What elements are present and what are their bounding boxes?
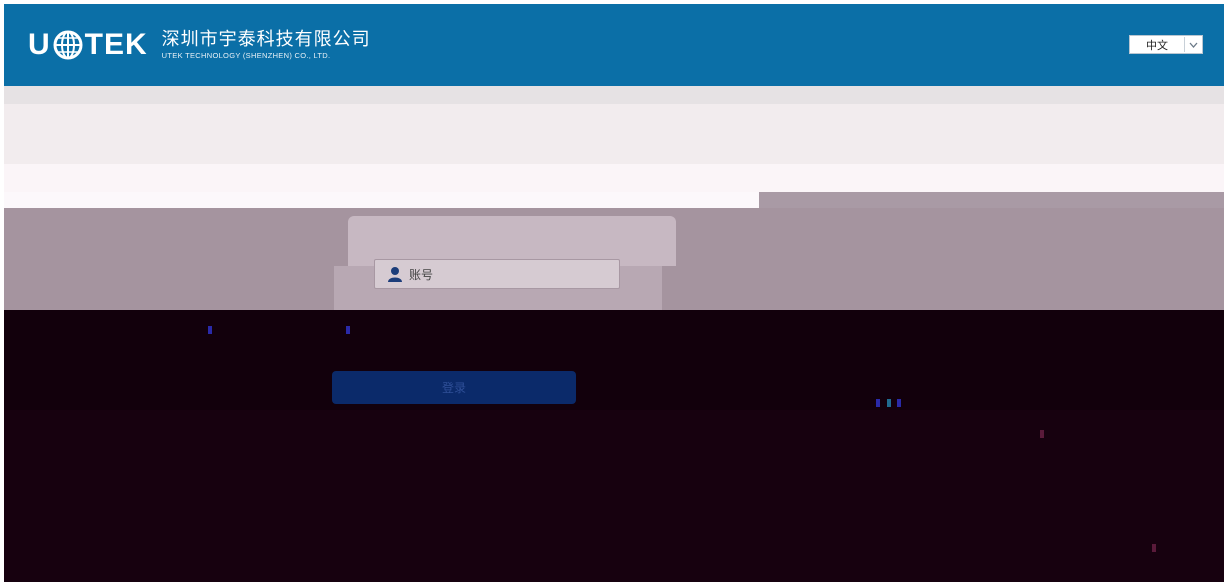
user-icon <box>388 267 402 282</box>
company-name-en: UTEK TECHNOLOGY (SHENZHEN) CO., LTD. <box>161 51 331 60</box>
artifact <box>346 326 350 334</box>
artifact <box>887 399 891 407</box>
banner-band <box>4 310 1224 410</box>
artifact <box>1152 544 1156 552</box>
banner-band <box>4 86 1224 104</box>
account-field[interactable]: 账号 <box>374 259 620 289</box>
globe-icon <box>53 30 83 60</box>
banner-band <box>4 164 1224 192</box>
chevron-down-icon[interactable] <box>1184 37 1201 52</box>
language-select[interactable]: 中文 <box>1129 35 1203 54</box>
artifact <box>208 326 212 334</box>
company-logo: U TEK 深圳市宇泰科技有限公司 UTEK TECHNOLOGY (SHENZ… <box>28 28 371 62</box>
company-name: 深圳市宇泰科技有限公司 UTEK TECHNOLOGY (SHENZHEN) C… <box>162 29 371 61</box>
login-page: U TEK 深圳市宇泰科技有限公司 UTEK TECHNOLOGY (SHENZ… <box>4 4 1224 582</box>
logo-letters-tek: TEK <box>84 28 148 61</box>
login-button[interactable]: 登录 <box>332 371 576 404</box>
logo-letter-u: U <box>28 28 51 61</box>
artifact <box>897 399 901 407</box>
banner-band <box>4 104 1224 164</box>
artifact <box>876 399 880 407</box>
banner-band <box>4 192 759 208</box>
header-bar: U TEK 深圳市宇泰科技有限公司 UTEK TECHNOLOGY (SHENZ… <box>4 4 1224 86</box>
logo-mark: U TEK <box>28 28 148 62</box>
artifact <box>1040 430 1044 438</box>
account-placeholder: 账号 <box>409 267 434 282</box>
language-selected: 中文 <box>1146 38 1168 52</box>
banner-band <box>759 192 1224 208</box>
company-name-cn: 深圳市宇泰科技有限公司 <box>161 29 371 50</box>
